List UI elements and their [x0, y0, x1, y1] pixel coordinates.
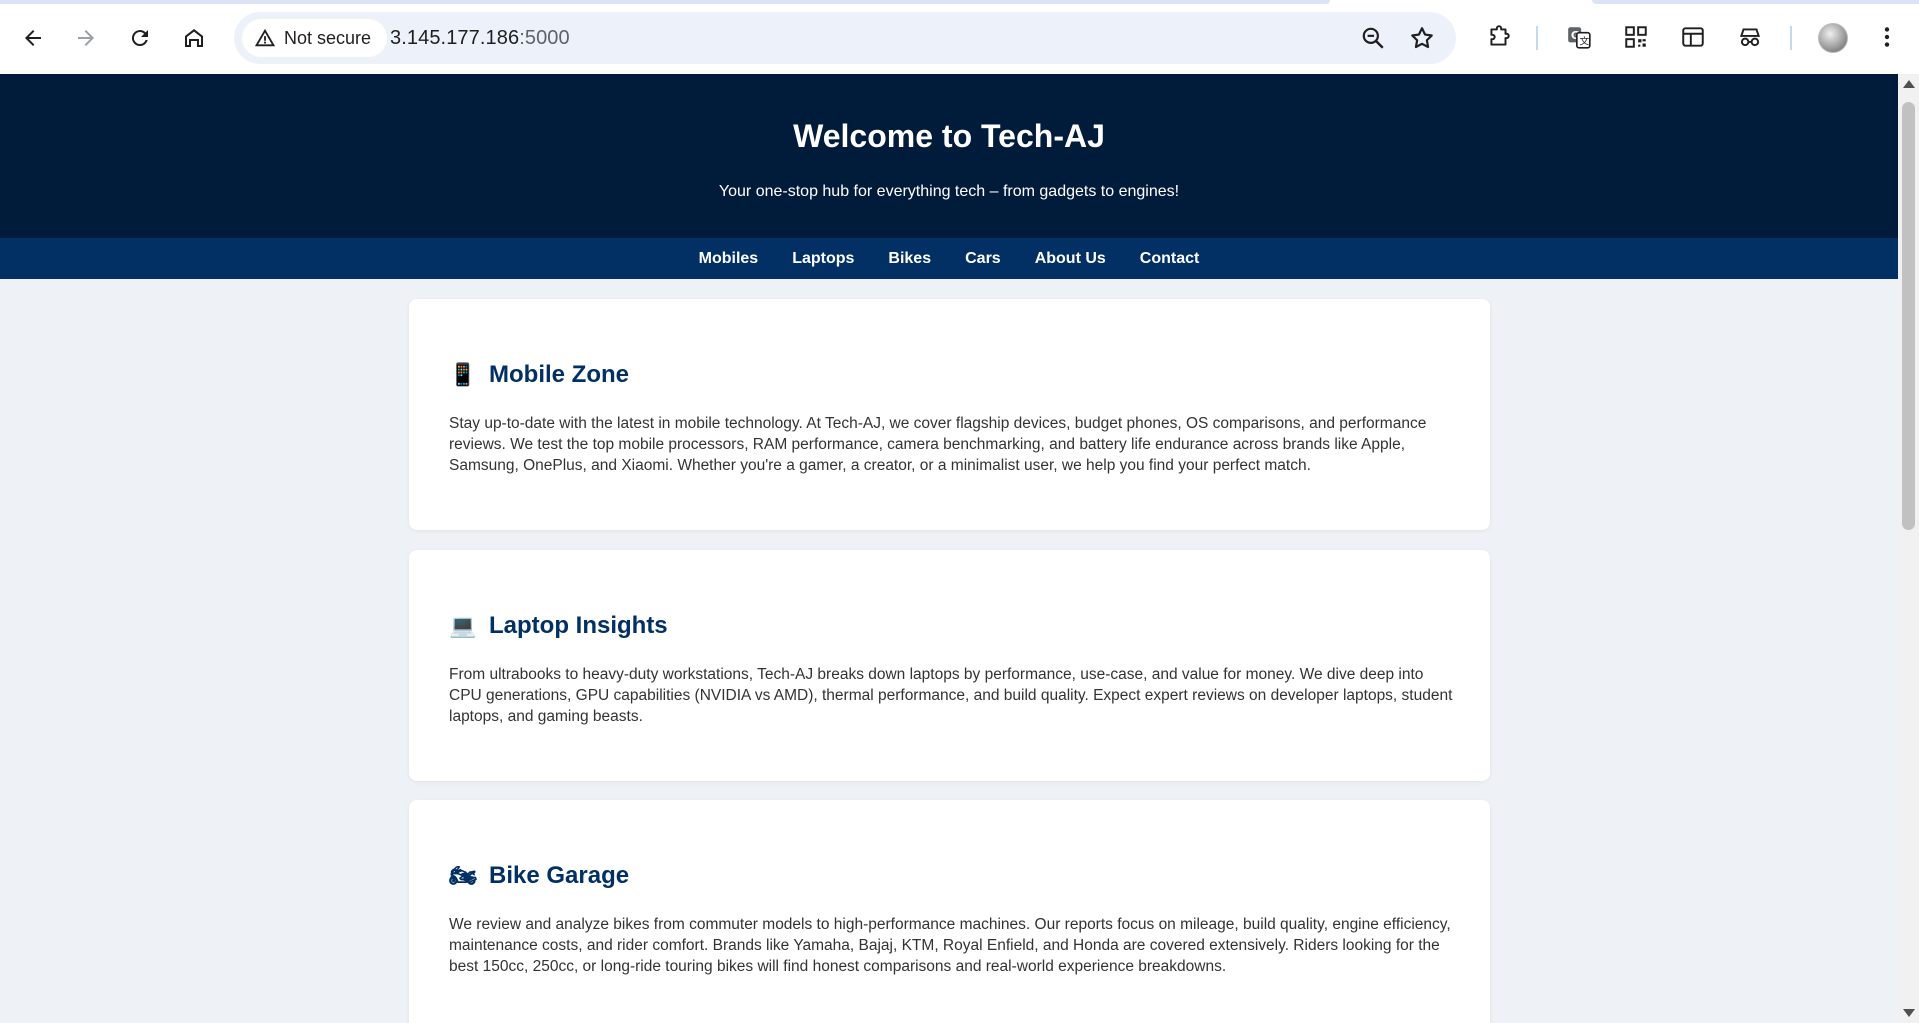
reload-button[interactable]	[121, 19, 159, 57]
nav-link-contact[interactable]: Contact	[1140, 250, 1200, 268]
browser-toolbar: Not secure 3.145.177.186:5000 G文	[0, 0, 1919, 74]
laptop-icon: 💻	[449, 613, 477, 639]
side-panel-icon[interactable]	[1678, 22, 1708, 52]
home-button[interactable]	[175, 19, 213, 57]
security-label: Not secure	[284, 27, 372, 48]
section-heading: 🏍 Bike Garage	[449, 862, 630, 889]
scroll-up-arrow-icon[interactable]	[1903, 80, 1915, 88]
nav-link-laptops[interactable]: Laptops	[792, 250, 854, 268]
translate-icon[interactable]: G文	[1564, 22, 1594, 52]
tab-strip	[0, 0, 1919, 4]
zoom-icon[interactable]	[1360, 25, 1386, 51]
profile-avatar[interactable]	[1818, 23, 1848, 53]
star-icon[interactable]	[1409, 25, 1435, 51]
warning-icon	[254, 28, 276, 47]
site-header: Welcome to Tech-AJ Your one-stop hub for…	[0, 74, 1898, 238]
scroll-thumb[interactable]	[1902, 102, 1915, 530]
incognito-icon[interactable]	[1735, 22, 1765, 52]
section-card-laptop-insights: 💻 Laptop Insights From ultrabooks to heav…	[409, 550, 1490, 781]
nav-link-mobiles[interactable]: Mobiles	[699, 250, 759, 268]
security-chip[interactable]: Not secure	[242, 19, 388, 57]
forward-icon	[78, 30, 94, 46]
qr-code-icon[interactable]	[1621, 22, 1651, 52]
section-card-bike-garage: 🏍 Bike Garage We review and analyze bikes…	[409, 800, 1490, 1023]
nav-link-cars[interactable]: Cars	[965, 250, 1001, 268]
more-menu-icon[interactable]	[1872, 22, 1902, 52]
section-heading: 💻 Laptop Insights	[449, 612, 668, 639]
site-title: Welcome to Tech-AJ	[793, 118, 1105, 154]
section-body: We review and analyze bikes from commute…	[449, 916, 1451, 975]
toolbar-divider	[1790, 26, 1792, 50]
forward-button[interactable]	[67, 19, 105, 57]
svg-text:文: 文	[1580, 35, 1590, 48]
page-viewport: Welcome to Tech-AJ Your one-stop hub for…	[0, 74, 1898, 1023]
main-nav: Mobiles Laptops Bikes Cars About Us Cont…	[0, 238, 1898, 279]
page-scrollbar[interactable]	[1898, 74, 1919, 1023]
home-icon	[185, 29, 203, 47]
scroll-down-arrow-icon[interactable]	[1903, 1009, 1915, 1017]
extensions-icon[interactable]	[1484, 22, 1514, 52]
url-text[interactable]: 3.145.177.186:5000	[390, 27, 570, 50]
toolbar-divider	[1536, 26, 1538, 50]
motorcycle-icon: 🏍	[449, 863, 477, 889]
nav-link-about-us[interactable]: About Us	[1035, 250, 1106, 268]
mobile-phone-icon: 📱	[449, 362, 477, 388]
section-card-mobile-zone: 📱 Mobile Zone Stay up-to-date with the la…	[409, 299, 1490, 530]
section-body: Stay up-to-date with the latest in mobil…	[449, 415, 1427, 474]
site-tagline: Your one-stop hub for everything tech – …	[718, 183, 1180, 200]
section-body: From ultrabooks to heavy-duty workstatio…	[449, 666, 1453, 725]
back-button[interactable]	[14, 19, 52, 57]
nav-link-bikes[interactable]: Bikes	[888, 250, 931, 268]
address-bar[interactable]: Not secure 3.145.177.186:5000	[234, 12, 1456, 64]
reload-icon	[131, 30, 148, 47]
section-heading: 📱 Mobile Zone	[449, 361, 629, 388]
back-icon	[25, 30, 41, 46]
